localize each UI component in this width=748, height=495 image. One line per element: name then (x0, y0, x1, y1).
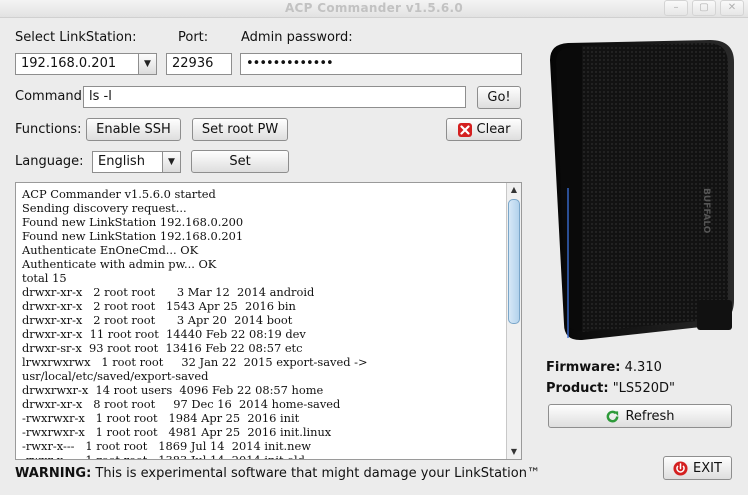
enable-ssh-button[interactable]: Enable SSH (86, 118, 181, 141)
vertical-scrollbar[interactable]: ▲ ▼ (506, 183, 521, 459)
power-icon (673, 460, 688, 476)
console-line: total 15 (22, 271, 67, 285)
clear-x-icon (457, 122, 472, 137)
refresh-icon (607, 410, 619, 422)
firmware-info: Firmware: 4.310 (546, 360, 662, 375)
command-input[interactable]: ls -l (83, 86, 466, 108)
close-button[interactable]: ✕ (720, 0, 744, 16)
linkstation-select[interactable]: 192.168.0.201 ▼ (15, 53, 157, 75)
exit-button[interactable]: EXIT (663, 456, 732, 480)
linkstation-label: Select LinkStation: (15, 30, 137, 45)
console-line: drwxrwxr-x 14 root users 4096 Feb 22 08:… (22, 383, 324, 397)
console-line: -rwxrwxr-x 1 root root 4981 Apr 25 2016 … (22, 425, 332, 439)
warning-text: WARNING: This is experimental software t… (15, 466, 540, 481)
command-label: Command: (15, 89, 87, 104)
admin-password-field[interactable]: ••••••••••••• (240, 53, 522, 75)
product-info: Product: "LS520D" (546, 381, 675, 396)
chevron-down-icon[interactable]: ▼ (162, 152, 180, 172)
window-controls: – ▢ ✕ (664, 0, 744, 16)
scroll-down-icon[interactable]: ▼ (507, 445, 521, 459)
console-line: drwxr-xr-x 2 root root 3 Mar 12 2014 and… (22, 285, 315, 299)
device-brand-text: BUFFALO (701, 188, 711, 234)
console-line: ACP Commander v1.5.6.0 started (22, 187, 216, 201)
port-label: Port: (178, 30, 209, 45)
console-line: Authenticate EnOneCmd... OK (22, 243, 199, 257)
exit-button-label: EXIT (693, 460, 722, 476)
scroll-up-icon[interactable]: ▲ (507, 183, 521, 197)
title-bar: ACP Commander v1.5.6.0 – ▢ ✕ (0, 0, 748, 18)
console-line: Found new LinkStation 192.168.0.201 (22, 229, 244, 243)
warning-prefix: WARNING: (15, 466, 92, 481)
window-title: ACP Commander v1.5.6.0 (284, 1, 464, 15)
console-line: drwxr-xr-x 2 root root 1543 Apr 25 2016 … (22, 299, 296, 313)
warning-message: This is experimental software that might… (91, 466, 540, 481)
console-line: -rwxrwxr-x 1 root root 1984 Apr 25 2016 … (22, 411, 300, 425)
console-line: Authenticate with admin pw... OK (22, 257, 217, 271)
refresh-button[interactable]: Refresh (548, 404, 732, 428)
console-line: drwxr-xr-x 8 root root 97 Dec 16 2014 ho… (22, 397, 341, 411)
set-root-pw-button[interactable]: Set root PW (192, 118, 288, 141)
console-line: drwxr-xr-x 2 root root 3 Apr 20 2014 boo… (22, 313, 293, 327)
console-line: -rwxr-x--- 1 root root 1383 Jul 14 2014 … (22, 453, 305, 460)
console-line: Found new LinkStation 192.168.0.200 (22, 215, 244, 229)
console-line: drwxr-sr-x 93 root root 13416 Feb 22 08:… (22, 341, 303, 355)
set-language-button[interactable]: Set (191, 150, 289, 173)
console-line: drwxr-xr-x 11 root root 14440 Feb 22 08:… (22, 327, 306, 341)
functions-label: Functions: (15, 122, 82, 137)
product-value: "LS520D" (612, 381, 675, 396)
chevron-down-icon[interactable]: ▼ (138, 54, 156, 74)
clear-button-label: Clear (476, 122, 511, 137)
clear-button[interactable]: Clear (446, 118, 522, 141)
linkstation-select-value: 192.168.0.201 (21, 56, 117, 71)
refresh-button-label: Refresh (625, 408, 675, 424)
password-label: Admin password: (241, 30, 353, 45)
maximize-button[interactable]: ▢ (692, 0, 716, 16)
port-field[interactable]: 22936 (166, 53, 232, 75)
console-line: lrwxrwxrwx 1 root root 32 Jan 22 2015 ex… (22, 355, 368, 369)
linkstation-device-image: BUFFALO (550, 40, 734, 341)
console-line: Sending discovery request... (22, 201, 187, 215)
console-output[interactable]: ACP Commander v1.5.6.0 started Sending di… (15, 182, 522, 460)
language-select[interactable]: English ▼ (92, 151, 181, 173)
console-text: ACP Commander v1.5.6.0 started Sending di… (22, 187, 505, 460)
language-select-value: English (98, 154, 145, 169)
go-button[interactable]: Go! (477, 86, 521, 109)
language-label: Language: (15, 154, 84, 169)
console-line: usr/local/etc/saved/export-saved (22, 369, 209, 383)
product-label: Product: (546, 381, 609, 396)
console-line: -rwxr-x--- 1 root root 1869 Jul 14 2014 … (22, 439, 311, 453)
firmware-label: Firmware: (546, 360, 621, 375)
firmware-value: 4.310 (624, 360, 662, 375)
scroll-thumb[interactable] (508, 199, 520, 324)
minimize-button[interactable]: – (664, 0, 688, 16)
